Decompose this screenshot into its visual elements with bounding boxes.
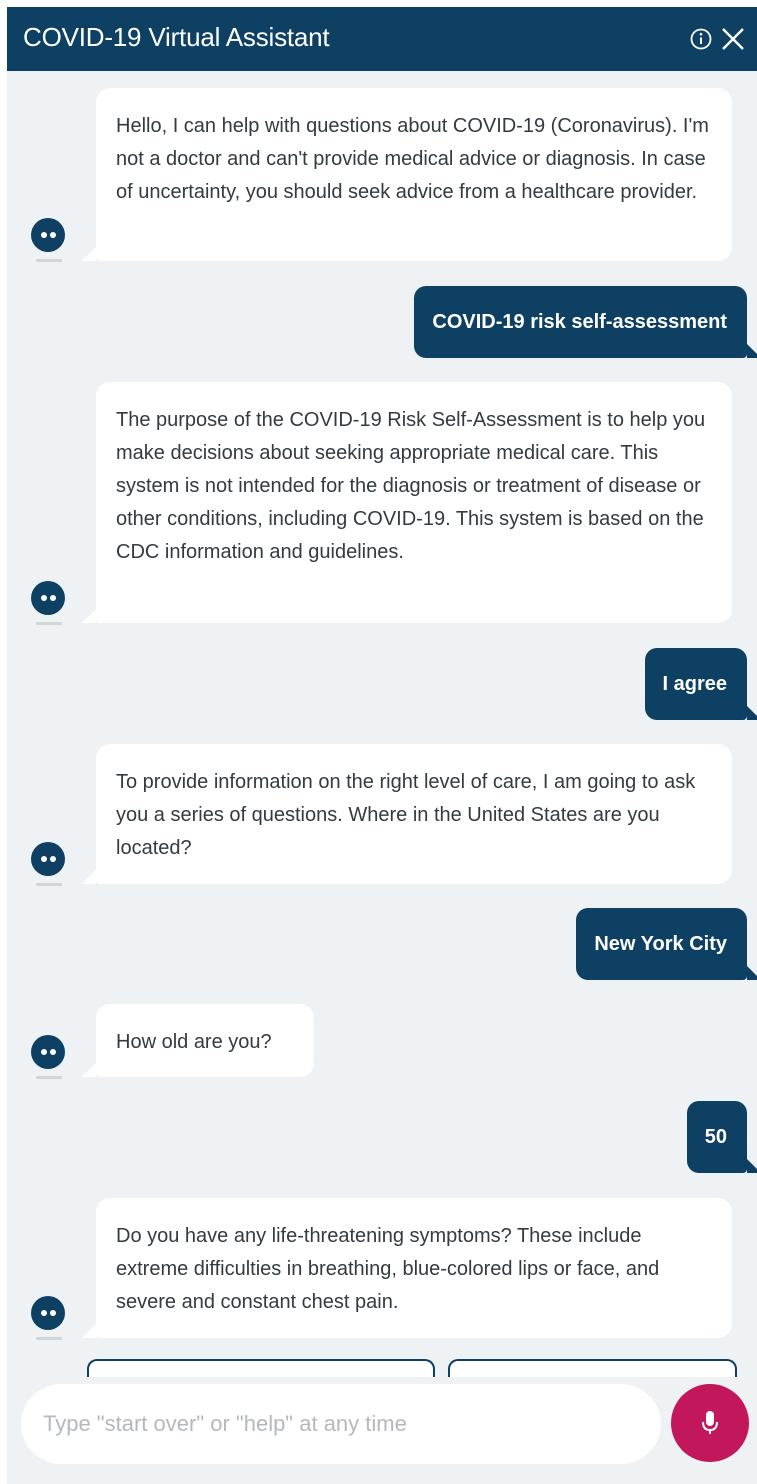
close-icon[interactable] [719,25,747,53]
window-title: COVID-19 Virtual Assistant [23,22,330,52]
bot-avatar [31,1296,65,1330]
avatar-shadow [36,259,62,262]
bot-message: The purpose of the COVID-19 Risk Self-As… [82,382,732,623]
microphone-icon[interactable] [671,1384,749,1462]
bot-message: How old are you? [82,1004,314,1077]
bot-avatar [31,218,65,252]
chat-window: COVID-19 Virtual Assistant Hello, I can … [7,7,757,1484]
user-message: 50 [686,1101,757,1173]
bot-avatar [31,581,65,615]
bot-message: To provide information on the right leve… [82,744,732,884]
user-message: COVID-19 risk self-assessment [414,286,757,358]
input-bar [7,1377,757,1484]
message-list: Hello, I can help with questions about C… [7,71,757,1399]
bot-avatar [31,842,65,876]
user-message: New York City [576,908,757,980]
avatar-shadow [36,1337,62,1340]
header: COVID-19 Virtual Assistant [7,7,757,71]
message-input[interactable] [21,1384,661,1464]
bot-message: Hello, I can help with questions about C… [82,88,732,261]
avatar-shadow [36,883,62,886]
bot-message: Do you have any life-threatening symptom… [82,1198,732,1338]
avatar-shadow [36,622,62,625]
user-message: I agree [644,648,757,720]
avatar-shadow [36,1076,62,1079]
header-actions [687,25,747,53]
bot-avatar [31,1035,65,1069]
info-circle-icon[interactable] [687,25,715,53]
